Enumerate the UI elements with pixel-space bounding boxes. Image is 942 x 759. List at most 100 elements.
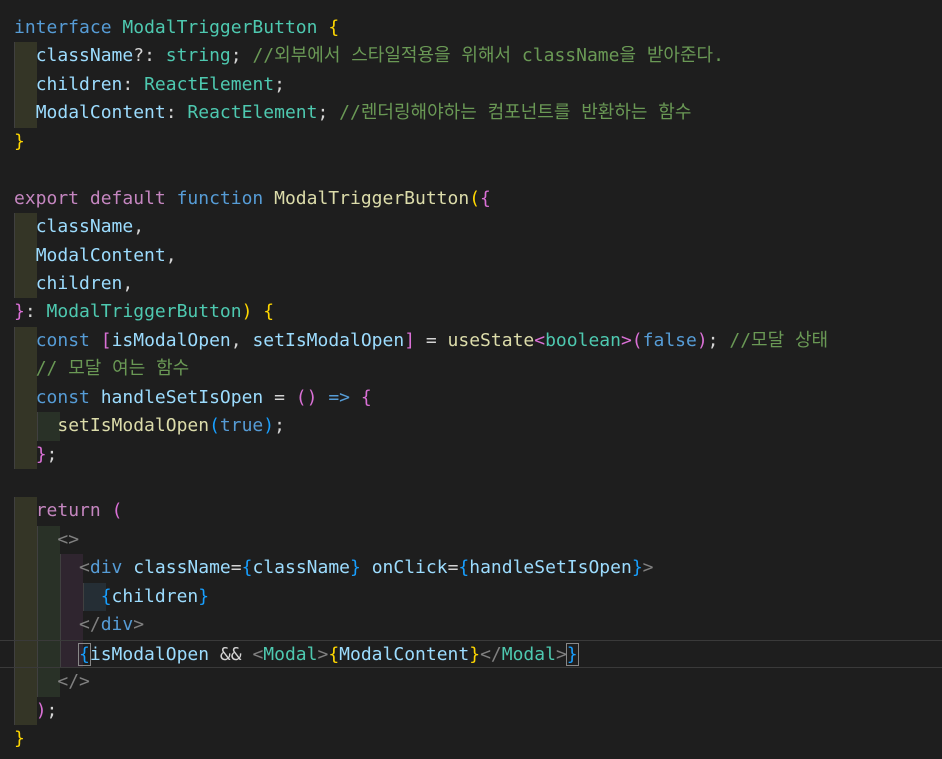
code-line[interactable]: children, bbox=[0, 269, 942, 299]
code-token: className bbox=[252, 557, 351, 579]
code-token: ( bbox=[209, 415, 220, 437]
code-line[interactable]: {isModalOpen && <Modal>{ModalContent}</M… bbox=[0, 639, 942, 669]
code-line-content: return ( bbox=[14, 500, 123, 522]
code-token: <> bbox=[57, 528, 80, 550]
code-token: handleSetIsOpen bbox=[469, 557, 632, 579]
code-token: ) bbox=[263, 415, 275, 437]
code-token: ; bbox=[274, 73, 285, 95]
code-token: ( bbox=[111, 500, 123, 522]
code-token: const bbox=[35, 386, 90, 408]
code-token: isModalOpen bbox=[111, 329, 231, 351]
code-line[interactable]: interface ModalTriggerButton { bbox=[0, 14, 942, 42]
code-line-content: ); bbox=[14, 700, 58, 721]
code-token: , bbox=[230, 329, 253, 351]
code-token: className bbox=[35, 216, 134, 238]
code-line[interactable]: ModalContent, bbox=[0, 241, 942, 270]
code-line[interactable]: export default function ModalTriggerButt… bbox=[0, 185, 942, 213]
code-token: : bbox=[122, 73, 145, 95]
code-token: ModalContent bbox=[35, 102, 166, 124]
code-token: return bbox=[35, 500, 101, 522]
code-line-content: </div> bbox=[14, 614, 144, 635]
code-line-content: } bbox=[14, 728, 25, 749]
code-token: ReactElement bbox=[144, 73, 275, 95]
code-line[interactable]: children: ReactElement; bbox=[0, 70, 942, 100]
code-line[interactable]: return ( bbox=[0, 497, 942, 526]
code-token: { bbox=[241, 557, 253, 579]
code-line-content: </> bbox=[14, 671, 90, 692]
code-line[interactable]: className?: string; //외부에서 스타일적용을 위해서 cl… bbox=[0, 42, 942, 71]
code-line[interactable]: ); bbox=[0, 696, 942, 725]
code-line[interactable] bbox=[0, 469, 942, 497]
code-line[interactable]: // 모달 여는 함수 bbox=[0, 355, 942, 384]
code-line[interactable]: const [isModalOpen, setIsModalOpen] = us… bbox=[0, 326, 942, 356]
code-token: ModalContent bbox=[339, 643, 470, 665]
code-line[interactable]: </> bbox=[0, 668, 942, 697]
code-token: > bbox=[133, 614, 145, 636]
code-token: ReactElement bbox=[187, 102, 318, 124]
code-line[interactable]: const handleSetIsOpen = () => { bbox=[0, 383, 942, 413]
code-line[interactable]: } bbox=[0, 128, 942, 156]
code-token: } bbox=[469, 643, 481, 665]
code-line-content: ModalContent: ReactElement; //렌더링해야하는 컴포… bbox=[14, 102, 692, 124]
code-token: ( bbox=[631, 329, 643, 351]
code-line[interactable]: ModalContent: ReactElement; //렌더링해야하는 컴포… bbox=[0, 99, 942, 128]
code-token: { bbox=[328, 17, 340, 38]
code-token: const bbox=[35, 329, 90, 351]
code-line[interactable]: }: ModalTriggerButton) { bbox=[0, 298, 942, 326]
code-line-content: <div className={className} onClick={hand… bbox=[14, 557, 653, 579]
code-token: useState bbox=[447, 329, 535, 351]
code-token: > bbox=[317, 643, 329, 665]
code-token: true bbox=[219, 415, 264, 437]
code-token: handleSetIsOpen bbox=[100, 386, 264, 408]
code-line-content: export default function ModalTriggerButt… bbox=[14, 188, 491, 209]
code-token: { bbox=[458, 557, 470, 579]
code-editor[interactable]: interface ModalTriggerButton { className… bbox=[0, 0, 942, 759]
code-token: ; bbox=[274, 415, 285, 437]
code-token: interface bbox=[14, 17, 112, 38]
code-token: } bbox=[14, 301, 25, 323]
code-line[interactable]: className, bbox=[0, 213, 942, 242]
code-token: < bbox=[534, 329, 546, 351]
code-token: , bbox=[133, 216, 145, 238]
code-line[interactable]: {children} bbox=[0, 582, 942, 612]
code-token: boolean bbox=[545, 329, 621, 351]
code-token: ModalTriggerButton bbox=[46, 301, 242, 323]
code-token: { bbox=[263, 301, 275, 323]
code-token: } bbox=[631, 557, 643, 579]
code-token: () bbox=[295, 386, 318, 408]
code-line[interactable] bbox=[0, 156, 942, 184]
code-line[interactable]: </div> bbox=[0, 611, 942, 640]
code-token: false bbox=[642, 329, 697, 351]
code-token: function bbox=[176, 187, 264, 209]
code-token: export bbox=[14, 187, 80, 209]
code-line-content: // 모달 여는 함수 bbox=[14, 358, 190, 379]
code-token: className bbox=[133, 557, 231, 579]
code-token: ) bbox=[696, 329, 708, 351]
code-token: className bbox=[35, 45, 134, 67]
code-token: } bbox=[350, 557, 361, 579]
code-token: ; bbox=[230, 45, 253, 67]
code-token: //렌더링해야하는 컴포넌트를 반환하는 함수 bbox=[339, 102, 692, 124]
code-line[interactable]: <div className={className} onClick={hand… bbox=[0, 554, 942, 583]
code-line[interactable]: } bbox=[0, 725, 942, 753]
code-token: ; bbox=[707, 329, 730, 351]
code-line[interactable]: }; bbox=[0, 440, 942, 469]
code-token: children bbox=[35, 272, 123, 294]
code-line[interactable]: <> bbox=[0, 525, 942, 555]
code-line-content: }: ModalTriggerButton) { bbox=[14, 301, 274, 322]
code-line-content: <> bbox=[14, 529, 79, 550]
code-token: </ bbox=[480, 643, 502, 665]
code-line[interactable]: setIsModalOpen(true); bbox=[0, 412, 942, 441]
code-token: < bbox=[79, 557, 90, 579]
code-token: && bbox=[209, 643, 253, 665]
code-token: = bbox=[263, 386, 296, 408]
code-token: ?: bbox=[133, 45, 166, 67]
code-token: div bbox=[89, 557, 123, 579]
code-token: : bbox=[24, 301, 47, 323]
